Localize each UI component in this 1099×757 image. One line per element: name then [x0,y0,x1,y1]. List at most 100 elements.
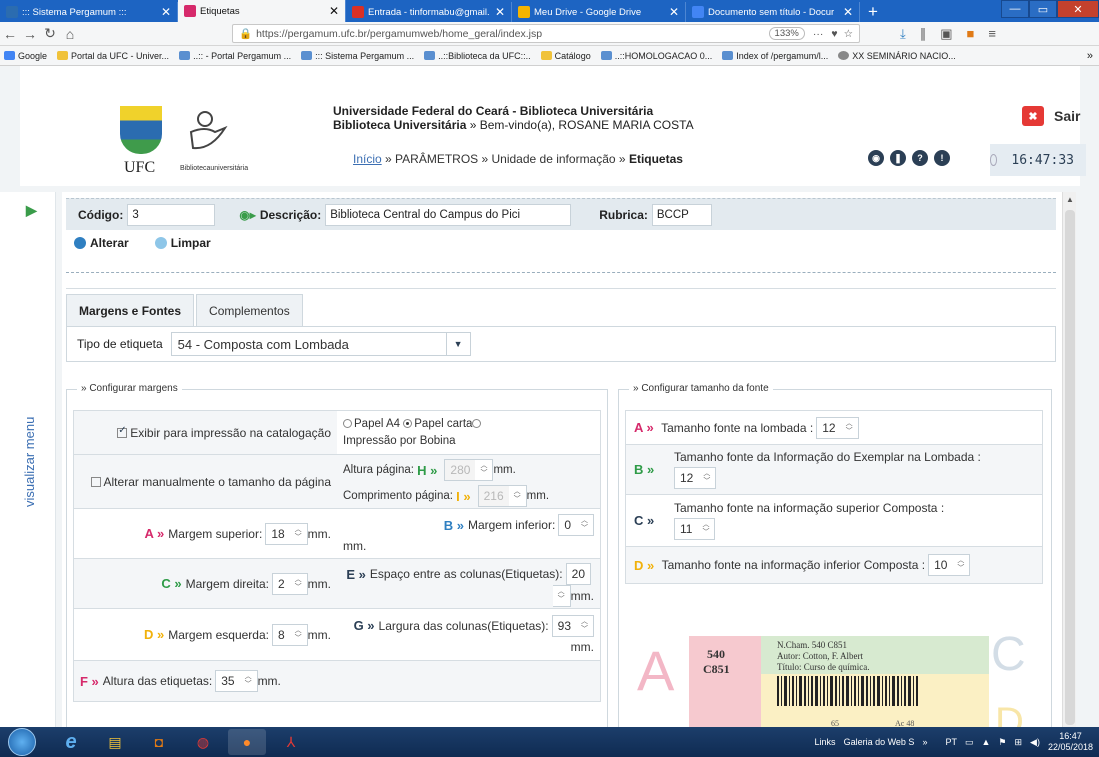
stepper-icon[interactable]: ︿ ﹀ [840,416,859,439]
descricao-field[interactable]: Biblioteca Central do Campus do Pici [325,203,572,226]
rubrica-field[interactable]: BCCP [651,203,712,226]
margem-esquerda-input[interactable]: 8 [271,623,291,646]
font-inferior-input[interactable]: 10 [928,554,954,576]
close-tab-icon[interactable]: ✕ [161,5,171,19]
sidebar-icon[interactable]: ▣ [940,26,952,42]
altura-pagina-input[interactable]: 280 [444,459,477,481]
help-icon[interactable]: ? [912,150,928,166]
stepper-icon[interactable]: ︿ ﹀ [289,522,308,545]
scroll-up-icon[interactable]: ▲ [1066,195,1074,204]
papel-a4-radio[interactable] [343,419,352,429]
label-type-select[interactable]: 54 - Composta com Lombada ▼ [170,332,471,356]
forward-icon[interactable]: → [20,26,40,42]
bookmark-item[interactable]: ::: Sistema Pergamum ... [301,51,414,61]
system-clock[interactable]: 16:47 22/05/2018 [1048,731,1093,753]
maximize-button[interactable]: ▭ [1029,0,1057,18]
extension-icon[interactable]: ■ [967,26,975,42]
chevron-down-icon[interactable]: ▼ [445,333,470,355]
stepper-icon[interactable]: ︿ ﹀ [508,485,527,507]
altura-etiquetas-input[interactable]: 35 [215,670,241,692]
close-tab-icon[interactable]: ✕ [495,5,505,19]
bookmark-item[interactable]: ..:: - Portal Pergamum ... [179,51,291,61]
stepper-icon[interactable]: ︿ ﹀ [576,614,594,637]
new-tab-button[interactable]: + [860,2,886,22]
links-toolbar[interactable]: Links [815,737,836,747]
browser-tab-etiquetas[interactable]: Etiquetas ✕ [178,0,346,22]
alert-icon[interactable]: ! [934,150,950,166]
more-bookmarks-icon[interactable]: » [1087,50,1093,62]
home-icon[interactable]: ⌂ [60,26,80,42]
bookmark-item[interactable]: Catálogo [540,51,591,61]
bookmark-item[interactable]: Google [4,51,47,61]
internet-explorer-icon[interactable]: e [52,729,90,755]
show-menu-toggle[interactable]: visualizar menu [22,387,37,507]
browser-tab-gmail[interactable]: Entrada - tinformabu@gmail.c ✕ [346,2,512,22]
menu-icon[interactable]: ≡ [988,26,996,42]
browser-tab-drive[interactable]: Meu Drive - Google Drive ✕ [512,2,686,22]
stepper-icon[interactable]: ︿ ﹀ [697,518,716,540]
library-icon[interactable]: ∥ [920,26,927,42]
galeria-web-slice[interactable]: Galeria do Web S [844,737,915,747]
font-exemplar-input[interactable]: 12 [674,467,700,489]
stepper-icon[interactable]: ︿ ﹀ [475,459,494,481]
scrollbar-thumb[interactable] [1065,210,1075,725]
tab-margens-fontes[interactable]: Margens e Fontes [66,294,195,326]
comprimento-pagina-input[interactable]: 216 [477,485,510,507]
browser-tab-pergamum[interactable]: ::: Sistema Pergamum ::: ✕ [0,2,178,22]
close-tab-icon[interactable]: ✕ [669,5,679,19]
reload-icon[interactable]: ↻ [40,25,60,42]
font-superior-input[interactable]: 11 [674,518,699,540]
exibir-checkbox[interactable] [117,425,128,438]
search-description-icon[interactable]: ◉▸ [239,208,256,222]
largura-colunas-input[interactable]: 93 [551,614,577,637]
stepper-icon[interactable]: ︿ ﹀ [698,467,717,489]
margem-superior-input[interactable]: 18 [265,522,291,545]
stepper-icon[interactable]: ︿ ﹀ [289,572,308,595]
stepper-icon[interactable]: ︿ ﹀ [952,554,971,576]
impressao-bobina-radio[interactable] [472,419,482,429]
bookmark-item[interactable]: ..::HOMOLOGACAO 0... [600,51,712,61]
close-window-button[interactable]: ✕ [1057,0,1099,18]
stepper-icon[interactable]: ︿ ﹀ [552,585,571,607]
alterar-button[interactable]: Alterar [74,236,129,250]
address-bar[interactable]: 🔒 https://pergamum.ufc.br/pergamumweb/ho… [232,24,860,43]
limpar-button[interactable]: Limpar [154,236,211,250]
page-scrollbar[interactable]: ▲ [1062,192,1076,727]
bookmark-item[interactable]: XX SEMINÁRIO NACIO... [838,51,956,61]
firefox-icon[interactable]: ● [228,729,266,755]
alterar-tamanho-checkbox[interactable] [90,476,101,487]
accessibility-icon[interactable]: ◉ [868,150,884,166]
close-tab-icon[interactable]: ✕ [329,4,339,18]
expand-menu-icon[interactable]: ▶ [26,202,37,219]
stepper-icon[interactable]: ︿ ﹀ [239,670,258,692]
tab-complementos[interactable]: Complementos [196,294,303,326]
espaco-colunas-input[interactable]: 20 [565,563,591,585]
close-tab-icon[interactable]: ✕ [843,5,853,19]
info-icon[interactable]: ❚ [890,150,906,166]
browser-tab-docs[interactable]: Documento sem título - Docur ✕ [686,2,860,22]
bookmark-item[interactable]: ..::Biblioteca da UFC::.. [424,51,531,61]
pocket-icon[interactable]: ♥ [831,28,837,40]
bookmark-item[interactable]: Index of /pergamum/l... [722,51,828,61]
font-lombada-input[interactable]: 12 [816,416,842,439]
zoom-indicator[interactable]: 133% [768,27,805,40]
margem-inferior-input[interactable]: 0 [558,514,577,537]
chrome-icon[interactable]: ◍ [184,729,222,755]
network-icon[interactable]: ⊞ [1014,737,1022,748]
download-icon[interactable]: ⤓ [900,26,906,42]
stepper-icon[interactable]: ︿ ﹀ [289,623,308,646]
file-explorer-icon[interactable]: ▤ [96,729,134,755]
media-player-icon[interactable]: ◘ [140,729,178,755]
flag-icon[interactable]: ⚑ [998,737,1006,748]
stepper-icon[interactable]: ︿ ﹀ [576,514,594,537]
bookmark-item[interactable]: Portal da UFC - Univer... [57,51,169,61]
back-icon[interactable]: ← [0,26,20,42]
bookmark-star-icon[interactable]: ☆ [844,28,853,40]
minimize-button[interactable]: — [1001,0,1029,18]
breadcrumb-home-link[interactable]: Início [353,152,382,166]
logout-button[interactable]: ✖ Sair [1022,106,1080,126]
tray-expand-icon[interactable]: ▲ [981,737,990,747]
start-button[interactable] [8,728,36,756]
more-toolbar-icon[interactable]: » [922,737,927,747]
pdf-reader-icon[interactable]: ⅄ [272,729,310,755]
